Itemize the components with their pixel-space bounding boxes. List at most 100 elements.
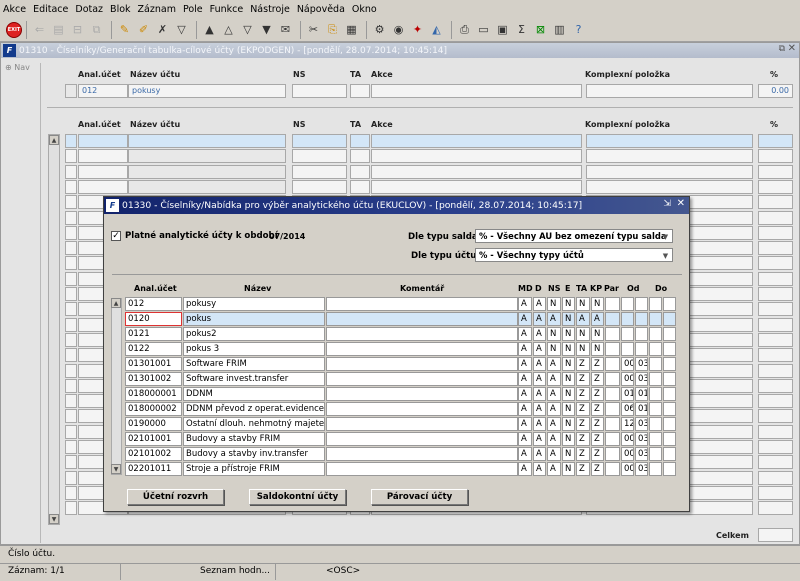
dialog-row-e-cell[interactable]: N bbox=[562, 372, 575, 386]
dialog-row-d-cell[interactable]: A bbox=[533, 417, 546, 431]
dialog-row-par-cell[interactable] bbox=[605, 432, 620, 446]
calculator-icon[interactable]: ▣ bbox=[494, 21, 511, 38]
dialog-row-kp-cell[interactable]: Z bbox=[591, 372, 604, 386]
dialog-row-ta-cell[interactable]: N bbox=[576, 342, 590, 356]
main-grid-row-indicator[interactable] bbox=[65, 287, 77, 301]
dialog-row-od2-cell[interactable] bbox=[635, 327, 648, 341]
dialog-row-kp-cell[interactable]: Z bbox=[591, 462, 604, 476]
dialog-row-do1-cell[interactable] bbox=[649, 387, 662, 401]
dialog-row-d-cell[interactable]: A bbox=[533, 432, 546, 446]
dialog-row-ta-cell[interactable]: Z bbox=[576, 447, 590, 461]
dialog-row-do1-cell[interactable] bbox=[649, 297, 662, 311]
platne-checkbox[interactable]: ✓ bbox=[111, 231, 121, 241]
dialog-row-komentar-cell[interactable] bbox=[326, 342, 518, 356]
main-grid-ns-cell[interactable] bbox=[292, 179, 347, 194]
main-grid-akce-cell[interactable] bbox=[371, 134, 582, 148]
ucetni-rozvrh-button[interactable]: Účetní rozvrh bbox=[127, 489, 224, 505]
menu-blok[interactable]: Blok bbox=[110, 4, 130, 15]
dialog-row-od2-cell[interactable]: 03 bbox=[635, 447, 648, 461]
dialog-row-do2-cell[interactable] bbox=[663, 417, 676, 431]
query-icon[interactable]: ✎ bbox=[116, 21, 133, 38]
dialog-row-ta-cell[interactable]: A bbox=[576, 312, 590, 326]
dialog-row-ns-cell[interactable]: N bbox=[547, 297, 561, 311]
dialog-row-do2-cell[interactable] bbox=[663, 372, 676, 386]
main-grid-row-indicator[interactable] bbox=[65, 485, 77, 500]
dialog-row-od2-cell[interactable] bbox=[635, 342, 648, 356]
main-grid-row-indicator[interactable] bbox=[65, 409, 77, 424]
dialog-row-nazev-cell[interactable]: pokus 3 bbox=[183, 342, 325, 356]
dialog-row-do1-cell[interactable] bbox=[649, 402, 662, 416]
dialog-row-komentar-cell[interactable] bbox=[326, 402, 518, 416]
main-grid-pct-cell[interactable] bbox=[758, 348, 793, 363]
scroll-up-icon[interactable]: ▲ bbox=[49, 135, 59, 145]
dialog-row-kp-cell[interactable]: Z bbox=[591, 402, 604, 416]
dialog-row-anal-cell[interactable]: 0190000 bbox=[125, 417, 182, 431]
main-grid-row-indicator[interactable] bbox=[65, 302, 77, 317]
dialog-row-od1-cell[interactable]: 00 bbox=[621, 372, 634, 386]
dialog-row-par-cell[interactable] bbox=[605, 372, 620, 386]
dialog-row-od1-cell[interactable]: 00 bbox=[621, 447, 634, 461]
main-grid-akce-cell[interactable] bbox=[371, 149, 582, 164]
dialog-row-komentar-cell[interactable] bbox=[326, 387, 518, 401]
prev-record-icon[interactable]: △ bbox=[220, 21, 237, 38]
save-icon[interactable]: ⇐ bbox=[31, 21, 48, 38]
dialog-row-ns-cell[interactable]: A bbox=[547, 432, 561, 446]
dialog-row-anal-cell[interactable]: 0120 bbox=[125, 312, 182, 326]
dialog-row-e-cell[interactable]: N bbox=[562, 387, 575, 401]
main-grid-anal-cell[interactable] bbox=[78, 164, 128, 179]
dialog-row-anal-cell[interactable]: 02101001 bbox=[125, 432, 182, 446]
minimize-icon[interactable]: ⇲ bbox=[663, 199, 671, 209]
dialog-row-od1-cell[interactable]: 00 bbox=[621, 357, 634, 371]
dialog-row-d-cell[interactable]: A bbox=[533, 342, 546, 356]
dialog-row-kp-cell[interactable]: Z bbox=[591, 447, 604, 461]
main-grid-ta-cell[interactable] bbox=[350, 164, 370, 179]
main-grid-row-indicator[interactable] bbox=[65, 440, 77, 454]
dialog-row-md-cell[interactable]: A bbox=[518, 462, 532, 476]
main-grid-pct-cell[interactable] bbox=[758, 225, 793, 240]
main-grid-row-indicator[interactable] bbox=[65, 195, 77, 210]
dialog-row-komentar-cell[interactable] bbox=[326, 357, 518, 371]
first-record-icon[interactable]: ▲ bbox=[201, 21, 218, 38]
dialog-row-md-cell[interactable]: A bbox=[518, 447, 532, 461]
dialog-row-d-cell[interactable]: A bbox=[533, 312, 546, 326]
dialog-row-anal-cell[interactable]: 02201011 bbox=[125, 462, 182, 476]
main-grid-row-indicator[interactable] bbox=[65, 332, 77, 347]
main-grid-row-indicator[interactable] bbox=[65, 164, 77, 179]
main-grid-row-indicator[interactable] bbox=[65, 378, 77, 393]
last-record-icon[interactable]: ▼ bbox=[258, 21, 275, 38]
dialog-row-od1-cell[interactable]: 01 bbox=[621, 387, 634, 401]
dialog-scroll-down-icon[interactable]: ▼ bbox=[111, 464, 121, 474]
dialog-row-d-cell[interactable]: A bbox=[533, 327, 546, 341]
dialog-row-e-cell[interactable]: N bbox=[562, 342, 575, 356]
dialog-row-kp-cell[interactable]: Z bbox=[591, 432, 604, 446]
dialog-row-od2-cell[interactable]: 03 bbox=[635, 462, 648, 476]
dialog-row-komentar-cell[interactable] bbox=[326, 462, 518, 476]
duplicate-icon[interactable]: ⧉ bbox=[88, 21, 105, 38]
top-row-indicator[interactable] bbox=[65, 84, 77, 98]
dialog-row-par-cell[interactable] bbox=[605, 462, 620, 476]
menu-pole[interactable]: Pole bbox=[183, 4, 203, 15]
mail-icon[interactable]: ✉ bbox=[277, 21, 294, 38]
dialog-row-md-cell[interactable]: A bbox=[518, 417, 532, 431]
top-anal-field[interactable]: 012 bbox=[78, 84, 128, 98]
dialog-row-do2-cell[interactable] bbox=[663, 432, 676, 446]
dialog-row-md-cell[interactable]: A bbox=[518, 297, 532, 311]
main-grid-row-indicator[interactable] bbox=[65, 317, 77, 332]
exit-icon[interactable]: EXIT bbox=[6, 21, 22, 38]
dialog-row-e-cell[interactable]: N bbox=[562, 312, 575, 326]
dialog-row-anal-cell[interactable]: 01301002 bbox=[125, 372, 182, 386]
dialog-row-do2-cell[interactable] bbox=[663, 312, 676, 326]
dialog-row-od1-cell[interactable] bbox=[621, 342, 634, 356]
main-grid-komplex-cell[interactable] bbox=[586, 149, 753, 164]
menu-dotaz[interactable]: Dotaz bbox=[75, 4, 103, 15]
dialog-row-do1-cell[interactable] bbox=[649, 312, 662, 326]
close-icon[interactable]: ✕ bbox=[788, 43, 796, 54]
main-grid-komplex-cell[interactable] bbox=[586, 164, 753, 179]
dialog-row-d-cell[interactable]: A bbox=[533, 447, 546, 461]
excel-icon[interactable]: ⊠ bbox=[532, 21, 549, 38]
main-grid-nazev-cell[interactable] bbox=[128, 164, 286, 179]
main-grid-pct-cell[interactable] bbox=[758, 164, 793, 179]
dialog-row-do1-cell[interactable] bbox=[649, 447, 662, 461]
main-grid-ta-cell[interactable] bbox=[350, 134, 370, 148]
network-icon[interactable]: ✦ bbox=[409, 21, 426, 38]
